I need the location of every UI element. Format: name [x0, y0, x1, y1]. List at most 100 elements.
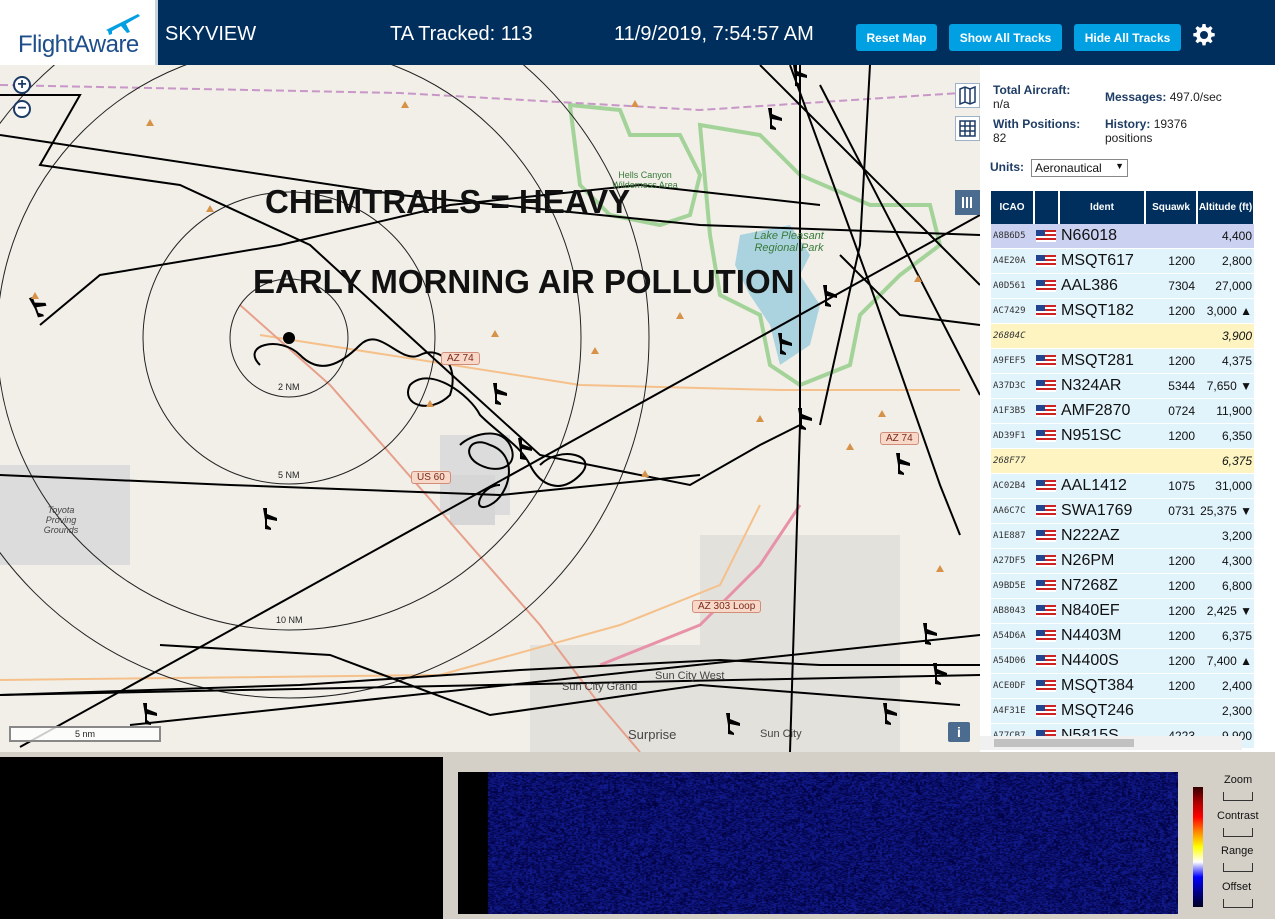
units-select[interactable]: Aeronautical ▼: [1031, 159, 1128, 177]
table-row[interactable]: ACE0DF MSQT384 1200 2,400: [991, 673, 1254, 699]
col-header-flag[interactable]: [1034, 191, 1060, 224]
cell-altitude: 2,425 ▼: [1197, 598, 1254, 624]
cell-squawk: 7304: [1145, 273, 1197, 299]
cell-ident: [1059, 448, 1145, 474]
table-row[interactable]: A4E20A MSQT617 1200 2,800: [991, 248, 1254, 274]
label-surprise: Surprise: [628, 727, 677, 742]
us-flag-icon: [1036, 529, 1056, 542]
zoom-slider[interactable]: [1223, 792, 1253, 801]
ring-label-10nm: 10 NM: [274, 615, 305, 625]
cell-altitude: 3,200: [1197, 523, 1254, 549]
cell-ident: MSQT246: [1059, 698, 1145, 724]
table-row[interactable]: A54D06 N4400S 1200 7,400 ▲: [991, 648, 1254, 674]
table-row[interactable]: AA6C7C SWA1769 0731 25,375 ▼: [991, 498, 1254, 524]
flightaware-logo[interactable]: FlightAware: [0, 0, 158, 65]
zoom-in-button[interactable]: +: [13, 76, 31, 94]
cell-flag: [1034, 673, 1059, 699]
cell-ident: N222AZ: [1059, 523, 1145, 549]
cell-flag: [1034, 698, 1059, 724]
table-row[interactable]: A37D3C N324AR 5344 7,650 ▼: [991, 373, 1254, 399]
col-header-icao[interactable]: ICAO: [991, 191, 1035, 224]
cell-flag: [1034, 473, 1059, 499]
us-flag-icon: [1036, 229, 1056, 242]
road-badge-az74-east: AZ 74: [880, 432, 919, 445]
table-row[interactable]: A0D561 AAL386 7304 27,000: [991, 273, 1254, 299]
us-flag-icon: [1036, 404, 1056, 417]
zoom-label: Zoom: [1224, 774, 1253, 786]
cell-icao: AC7429: [991, 298, 1034, 324]
cell-squawk: [1145, 698, 1197, 724]
range-slider[interactable]: [1223, 863, 1253, 872]
show-all-tracks-button[interactable]: Show All Tracks: [949, 24, 1062, 51]
hide-all-tracks-button[interactable]: Hide All Tracks: [1074, 24, 1181, 51]
map-layers-button[interactable]: [955, 83, 980, 108]
grid-toggle-button[interactable]: [955, 116, 980, 141]
label-sun-city: Sun City: [760, 728, 802, 740]
cell-flag: [1034, 498, 1059, 524]
col-header-altitude[interactable]: Altitude (ft): [1197, 191, 1255, 224]
reset-map-button[interactable]: Reset Map: [856, 24, 937, 51]
offset-slider[interactable]: [1223, 899, 1253, 908]
cell-squawk: 1200: [1145, 298, 1197, 324]
table-row[interactable]: A1F3B5 AMF2870 0724 11,900: [991, 398, 1254, 424]
overlay-text-line1: CHEMTRAILS = HEAVY: [265, 183, 631, 220]
with-positions-stat: With Positions: 82: [993, 117, 1080, 145]
units-select-value: Aeronautical: [1035, 161, 1102, 175]
cell-ident: N66018: [1059, 224, 1145, 249]
cell-icao: AB8043: [991, 598, 1034, 624]
waterfall-display[interactable]: [458, 772, 1178, 914]
us-flag-icon: [1036, 279, 1056, 292]
table-row[interactable]: AB8043 N840EF 1200 2,425 ▼: [991, 598, 1254, 624]
cell-ident: N840EF: [1059, 598, 1145, 624]
map-canvas[interactable]: [0, 65, 980, 752]
col-header-ident[interactable]: Ident: [1059, 191, 1146, 224]
columns-icon: [962, 197, 972, 208]
road-badge-az303: AZ 303 Loop: [692, 600, 762, 613]
table-row[interactable]: A54D6A N4403M 1200 6,375: [991, 623, 1254, 649]
range-label: Range: [1221, 845, 1254, 857]
panel-toggle-button[interactable]: [955, 190, 980, 215]
cell-squawk: 1200: [1145, 598, 1197, 624]
cell-altitude: 7,650 ▼: [1197, 373, 1254, 399]
cell-icao: A37D3C: [991, 373, 1034, 399]
cell-icao: A1E887: [991, 523, 1034, 549]
cell-squawk: 1200: [1145, 573, 1197, 599]
cell-squawk: [1145, 323, 1197, 349]
table-row[interactable]: A27DF5 N26PM 1200 4,300: [991, 548, 1254, 574]
cell-icao: 268F77: [991, 448, 1034, 474]
us-flag-icon: [1036, 304, 1056, 317]
table-row[interactable]: A1E887 N222AZ 3,200: [991, 523, 1254, 549]
table-row[interactable]: A9BD5E N7268Z 1200 6,800: [991, 573, 1254, 599]
gear-icon[interactable]: [1192, 23, 1216, 47]
cell-icao: AA6C7C: [991, 498, 1034, 524]
table-row[interactable]: 268F77 6,375: [991, 448, 1254, 474]
table-row[interactable]: A9FEF5 MSQT281 1200 4,375: [991, 348, 1254, 374]
cell-ident: MSQT182: [1059, 298, 1145, 324]
datetime-display: 11/9/2019, 7:54:57 AM: [614, 23, 814, 45]
horizontal-scrollbar[interactable]: [980, 736, 1242, 750]
cell-icao: A0D561: [991, 273, 1034, 299]
horizontal-scroll-thumb[interactable]: [994, 739, 1134, 747]
cell-icao: A1F3B5: [991, 398, 1034, 424]
aircraft-table-body: A8B6D5 N66018 4,400 A4E20A MSQT617 1200 2,800 A…: [991, 224, 1254, 749]
table-row[interactable]: A4F31E MSQT246 2,300: [991, 698, 1254, 724]
table-row[interactable]: AC7429 MSQT182 1200 3,000 ▲: [991, 298, 1254, 324]
cell-ident: AAL1412: [1059, 473, 1145, 499]
us-flag-icon: [1036, 654, 1056, 667]
info-button[interactable]: i: [948, 722, 970, 742]
cell-ident: MSQT384: [1059, 673, 1145, 699]
contrast-slider[interactable]: [1223, 828, 1253, 837]
map-view[interactable]: + − CHEMTRAILS = HEAVY EARLY MORNING AIR…: [0, 65, 980, 752]
col-header-squawk[interactable]: Squawk: [1145, 191, 1198, 224]
table-row[interactable]: AC02B4 AAL1412 1075 31,000: [991, 473, 1254, 499]
cell-icao: A54D06: [991, 648, 1034, 674]
zoom-out-button[interactable]: −: [13, 100, 31, 118]
table-row[interactable]: AD39F1 N951SC 1200 6,350: [991, 423, 1254, 449]
cell-squawk: 0724: [1145, 398, 1197, 424]
us-flag-icon: [1036, 554, 1056, 567]
table-row[interactable]: 26804C 3,900: [991, 323, 1254, 349]
cell-squawk: 1200: [1145, 423, 1197, 449]
table-row[interactable]: A8B6D5 N66018 4,400: [991, 224, 1254, 249]
cell-flag: [1034, 423, 1059, 449]
cell-flag: [1034, 623, 1059, 649]
